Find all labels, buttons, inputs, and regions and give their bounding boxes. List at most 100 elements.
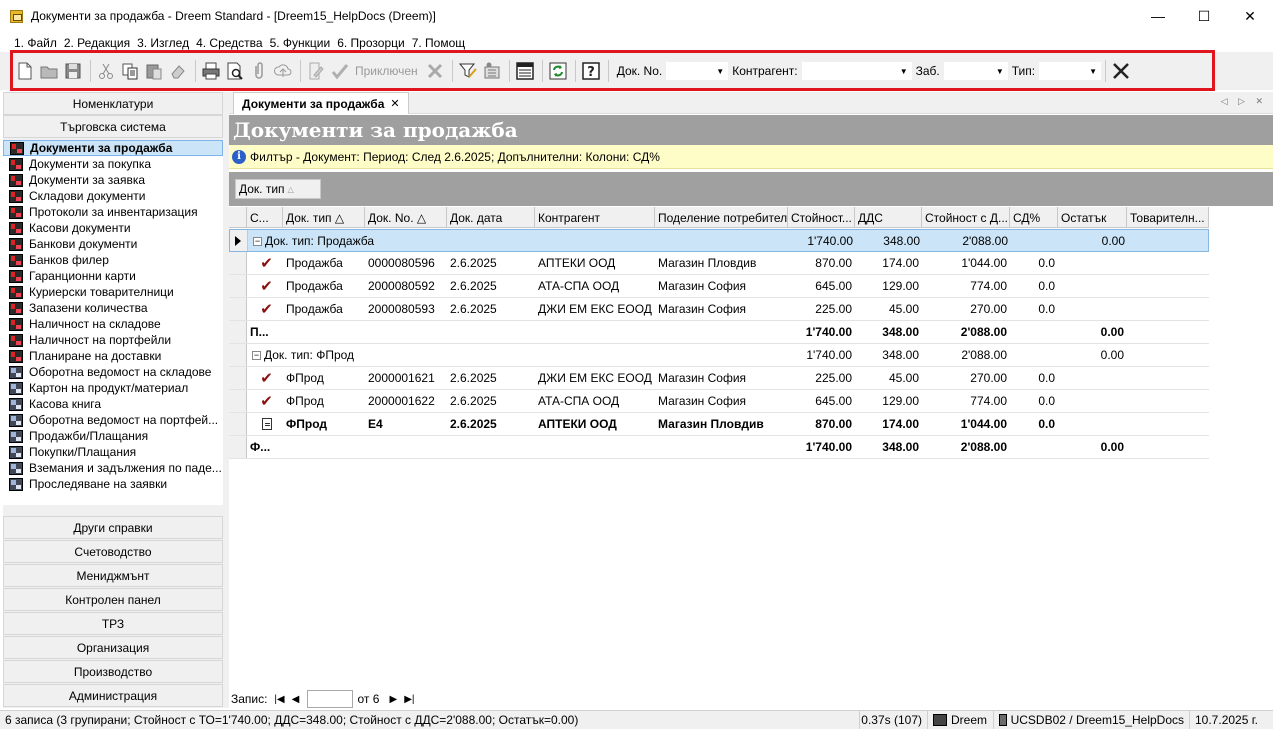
- sidebar-item[interactable]: Наличност на складове: [3, 316, 223, 332]
- column-header[interactable]: ДДС: [855, 207, 922, 228]
- menu-windows[interactable]: 6. Прозорци: [337, 36, 404, 50]
- close-icon[interactable]: ✕: [390, 97, 399, 110]
- sidebar-section[interactable]: Контролен панел: [3, 588, 223, 611]
- grid-cell: ✔: [247, 275, 283, 297]
- menu-view[interactable]: 3. Изглед: [137, 36, 189, 50]
- group-chip-doc-type[interactable]: Док. тип △: [235, 179, 321, 199]
- sidebar-item[interactable]: Оборотна ведомост на портфей...: [3, 412, 223, 428]
- table-row[interactable]: ✔ Продажба 0000080596 2.6.2025 АПТЕКИ ООД Маг…: [229, 252, 1209, 275]
- sidebar-section[interactable]: Други справки: [3, 516, 223, 539]
- tab-sales-documents[interactable]: Документи за продажба ✕: [233, 92, 409, 114]
- column-header[interactable]: Товарителн...: [1127, 207, 1209, 228]
- sidebar-section[interactable]: Администрация: [3, 684, 223, 707]
- close-button[interactable]: ✕: [1227, 0, 1273, 32]
- sidebar-item[interactable]: Покупки/Плащания: [3, 444, 223, 460]
- menu-help[interactable]: 7. Помощ: [412, 36, 465, 50]
- grid-cell: 2'088.00: [960, 440, 1007, 454]
- document-list-icon: [9, 253, 23, 267]
- menu-edit[interactable]: 2. Редакция: [64, 36, 130, 50]
- sidebar-item[interactable]: Касови документи: [3, 220, 223, 236]
- prev-record-icon[interactable]: ◀: [287, 691, 303, 707]
- group-row[interactable]: − Док. тип: Продажба 1'740.00 348.00 2'088.0…: [229, 229, 1209, 252]
- column-header[interactable]: СД%: [1010, 207, 1058, 228]
- sidebar-item[interactable]: Документи за продажба: [3, 140, 223, 156]
- next-record-icon[interactable]: ▶: [385, 691, 401, 707]
- first-record-icon[interactable]: |◀: [271, 691, 287, 707]
- column-header[interactable]: Поделение потребител: [655, 207, 788, 228]
- grid-cell: Е4: [368, 417, 383, 431]
- sidebar-item[interactable]: Картон на продукт/материал: [3, 380, 223, 396]
- menu-file[interactable]: 1. Файл: [14, 36, 57, 50]
- sidebar-item[interactable]: Протоколи за инвентаризация: [3, 204, 223, 220]
- sidebar-item[interactable]: Проследяване на заявки: [3, 476, 223, 492]
- table-row[interactable]: ✔ Продажба 2000080592 2.6.2025 АТА-СПА ООД Ма…: [229, 275, 1209, 298]
- group-footer-row[interactable]: Ф... 1'740.00 348.00 2'088.00 0.00: [229, 436, 1209, 459]
- grid-cell: 1'740.00: [805, 440, 852, 454]
- grid-cell: 0.0: [1038, 417, 1055, 431]
- column-header[interactable]: Стойност с Д...: [922, 207, 1010, 228]
- grid-cell: 2.6.2025: [450, 417, 497, 431]
- group-chip-label: Док. тип: [239, 182, 285, 196]
- maximize-button[interactable]: ☐: [1181, 0, 1227, 32]
- sidebar-item[interactable]: Складови документи: [3, 188, 223, 204]
- report-icon: [9, 429, 23, 443]
- document-list-icon: [9, 157, 23, 171]
- column-header[interactable]: Док. No. △: [365, 207, 447, 228]
- tab-navigation[interactable]: ◁ ▷ ✕: [1221, 96, 1267, 107]
- section-trade-system[interactable]: Търговска система: [3, 115, 223, 138]
- grid-cell: 45.00: [888, 371, 919, 385]
- table-row[interactable]: ✔ ФПрод 2000001622 2.6.2025 АТА-СПА ООД Магаз…: [229, 390, 1209, 413]
- sidebar-item[interactable]: Гаранционни карти: [3, 268, 223, 284]
- column-header[interactable]: Остатък: [1058, 207, 1127, 228]
- sidebar-item-label: Наличност на складове: [29, 317, 161, 331]
- sidebar-item[interactable]: Планиране на доставки: [3, 348, 223, 364]
- sidebar-section[interactable]: Мениджмънт: [3, 564, 223, 587]
- column-header[interactable]: Контрагент: [535, 207, 655, 228]
- record-input[interactable]: [307, 690, 354, 708]
- last-record-icon[interactable]: ▶|: [401, 691, 417, 707]
- table-row[interactable]: ✔ ФПрод 2000001621 2.6.2025 ДЖИ ЕМ ЕКС ЕООД М…: [229, 367, 1209, 390]
- sidebar-item-label: Проследяване на заявки: [29, 477, 168, 491]
- grid-cell: ✔: [247, 298, 283, 320]
- sidebar-item[interactable]: Документи за покупка: [3, 156, 223, 172]
- menu-tools[interactable]: 4. Средства: [196, 36, 263, 50]
- minimize-button[interactable]: —: [1135, 0, 1181, 32]
- grid-cell: 645.00: [815, 279, 852, 293]
- grid-cell: 0.00: [1101, 234, 1125, 248]
- document-list-icon: [10, 141, 24, 155]
- sidebar-item[interactable]: Продажби/Плащания: [3, 428, 223, 444]
- sidebar-item[interactable]: Касова книга: [3, 396, 223, 412]
- sidebar-item[interactable]: Куриерски товарителници: [3, 284, 223, 300]
- group-label: − Док. тип: ФПрод: [249, 344, 779, 366]
- column-header[interactable]: Док. дата: [447, 207, 535, 228]
- column-header[interactable]: Док. тип △: [283, 207, 365, 228]
- group-footer-row[interactable]: П... 1'740.00 348.00 2'088.00 0.00: [229, 321, 1209, 344]
- sidebar-section[interactable]: Счетоводство: [3, 540, 223, 563]
- sidebar-section[interactable]: Производство: [3, 660, 223, 683]
- table-row[interactable]: ФПрод Е4 2.6.2025 АПТЕКИ ООД Магазин Пловдив…: [229, 413, 1209, 436]
- grid-cell: Продажба: [286, 279, 343, 293]
- sidebar-item[interactable]: Документи за заявка: [3, 172, 223, 188]
- sidebar-item[interactable]: Банков филер: [3, 252, 223, 268]
- sidebar-item-label: Гаранционни карти: [29, 269, 136, 283]
- table-row[interactable]: ✔ Продажба 2000080593 2.6.2025 ДЖИ ЕМ ЕКС ЕО…: [229, 298, 1209, 321]
- filter-bar[interactable]: i Филтър - Документ: Период: След 2.6.20…: [229, 145, 1273, 169]
- sidebar-section[interactable]: Организация: [3, 636, 223, 659]
- column-header[interactable]: Стойност...: [788, 207, 855, 228]
- sidebar-section[interactable]: ТРЗ: [3, 612, 223, 635]
- group-row[interactable]: − Док. тип: ФПрод 1'740.00 348.00 2'088.00 0.…: [229, 344, 1209, 367]
- sidebar-item-label: Покупки/Плащания: [29, 445, 137, 459]
- document-list-icon: [9, 317, 23, 331]
- sidebar-item[interactable]: Запазени количества: [3, 300, 223, 316]
- column-header[interactable]: С...: [247, 207, 283, 228]
- grid-cell: 129.00: [882, 279, 919, 293]
- sidebar-item[interactable]: Наличност на портфейли: [3, 332, 223, 348]
- sidebar-item[interactable]: Вземания и задължения по паде...: [3, 460, 223, 476]
- navigation-panel: Номенклатури Търговска система Документи…: [3, 92, 223, 708]
- sidebar-item[interactable]: Оборотна ведомост на складове: [3, 364, 223, 380]
- menu-functions[interactable]: 5. Функции: [270, 36, 331, 50]
- sidebar-item[interactable]: Банкови документи: [3, 236, 223, 252]
- section-nomenclatures[interactable]: Номенклатури: [3, 92, 223, 115]
- collapse-icon[interactable]: −: [252, 350, 261, 360]
- collapse-icon[interactable]: −: [253, 236, 262, 246]
